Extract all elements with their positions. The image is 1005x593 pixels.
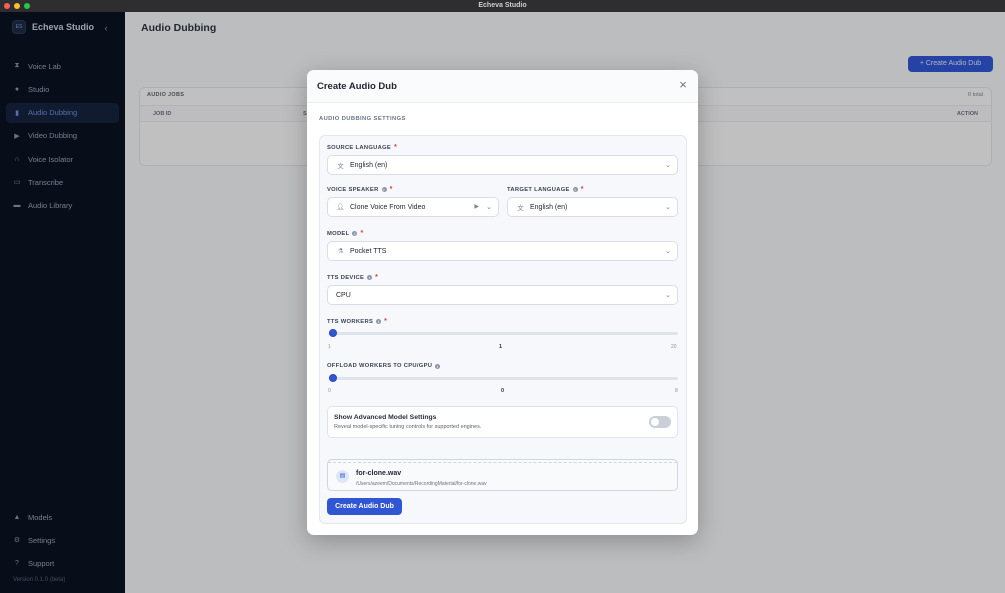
chevron-down-icon: ⌄: [486, 204, 492, 211]
advanced-settings-title: Show Advanced Model Settings: [334, 414, 437, 421]
chevron-down-icon: ⌄: [665, 292, 671, 299]
offload-workers-label: OFFLOAD WORKERS TO CPU/GPU i: [327, 363, 441, 369]
play-preview-icon[interactable]: ▶: [474, 203, 479, 210]
info-icon[interactable]: i: [352, 231, 358, 236]
required-mark: *: [384, 318, 388, 325]
model-label: MODEL i *: [327, 230, 364, 237]
info-icon[interactable]: i: [435, 363, 441, 369]
target-language-select[interactable]: 文 English (en) ⌄: [507, 197, 678, 217]
create-audio-dub-modal: Create Audio Dub × AUDIO DUBBING SETTING…: [307, 70, 698, 535]
person-icon: 👤︎: [336, 204, 345, 211]
info-icon[interactable]: i: [376, 319, 382, 324]
modal-header: Create Audio Dub ×: [307, 70, 698, 103]
required-mark: *: [580, 186, 584, 193]
offload-workers-slider[interactable]: [329, 374, 678, 382]
model-icon: ⚗: [337, 248, 344, 255]
voice-speaker-value: Clone Voice From Video: [350, 203, 426, 211]
close-icon[interactable]: ×: [677, 78, 689, 92]
section-title: AUDIO DUBBING SETTINGS: [319, 116, 406, 122]
offload-workers-min: 0: [328, 388, 331, 394]
source-language-select[interactable]: 文 English (en) ⌄: [327, 155, 678, 175]
tts-workers-label: TTS WORKERS i *: [327, 318, 388, 325]
translate-icon: 文: [337, 163, 344, 170]
slider-thumb[interactable]: [329, 374, 337, 382]
advanced-settings-row: Show Advanced Model Settings Reveal mode…: [327, 406, 678, 438]
voice-speaker-select[interactable]: 👤︎ Clone Voice From Video ▶ ⌄: [327, 197, 499, 217]
title-bar: Echeva Studio: [0, 0, 1005, 12]
target-language-value: English (en): [530, 203, 568, 211]
file-name: for-clone.wav: [356, 470, 402, 477]
toggle-knob: [651, 418, 659, 426]
required-mark: *: [360, 230, 364, 237]
required-mark: *: [389, 186, 393, 193]
slider-thumb[interactable]: [329, 329, 337, 337]
tts-device-value: CPU: [336, 291, 351, 299]
tts-workers-value: 1: [499, 344, 503, 350]
selected-file[interactable]: ▤ for-clone.wav /Users/azeem/Documents/R…: [327, 459, 678, 491]
required-mark: *: [375, 274, 379, 281]
voice-speaker-label: VOICE SPEAKER i *: [327, 186, 393, 193]
info-icon[interactable]: i: [572, 187, 578, 192]
file-path: /Users/azeem/Documents/RecordingMaterial…: [356, 481, 487, 487]
required-mark: *: [394, 144, 398, 151]
tts-workers-min: 1: [328, 344, 331, 350]
file-icon: ▤: [336, 470, 349, 483]
source-language-label: SOURCE LANGUAGE *: [327, 144, 398, 151]
chevron-down-icon: ⌄: [665, 204, 671, 211]
info-icon[interactable]: i: [367, 275, 373, 280]
window-title: Echeva Studio: [478, 2, 527, 9]
model-select[interactable]: ⚗ Pocket TTS ⌄: [327, 241, 678, 261]
target-language-label: TARGET LANGUAGE i *: [507, 186, 584, 193]
offload-workers-value: 0: [501, 388, 505, 394]
model-value: Pocket TTS: [350, 247, 387, 255]
chevron-down-icon: ⌄: [665, 248, 671, 255]
tts-workers-max: 20: [671, 344, 677, 350]
translate-icon: 文: [517, 205, 524, 212]
tts-workers-slider[interactable]: [329, 329, 678, 337]
chevron-down-icon: ⌄: [665, 162, 671, 169]
modal-title: Create Audio Dub: [317, 81, 397, 92]
advanced-settings-description: Reveal model-specific tuning controls fo…: [334, 424, 482, 430]
tts-device-label: TTS DEVICE i *: [327, 274, 379, 281]
create-audio-dub-submit-button[interactable]: Create Audio Dub: [327, 498, 402, 515]
offload-workers-max: 8: [675, 388, 678, 394]
info-icon[interactable]: i: [381, 187, 387, 192]
source-language-value: English (en): [350, 161, 388, 169]
advanced-settings-toggle[interactable]: [649, 416, 671, 428]
tts-device-select[interactable]: CPU ⌄: [327, 285, 678, 305]
